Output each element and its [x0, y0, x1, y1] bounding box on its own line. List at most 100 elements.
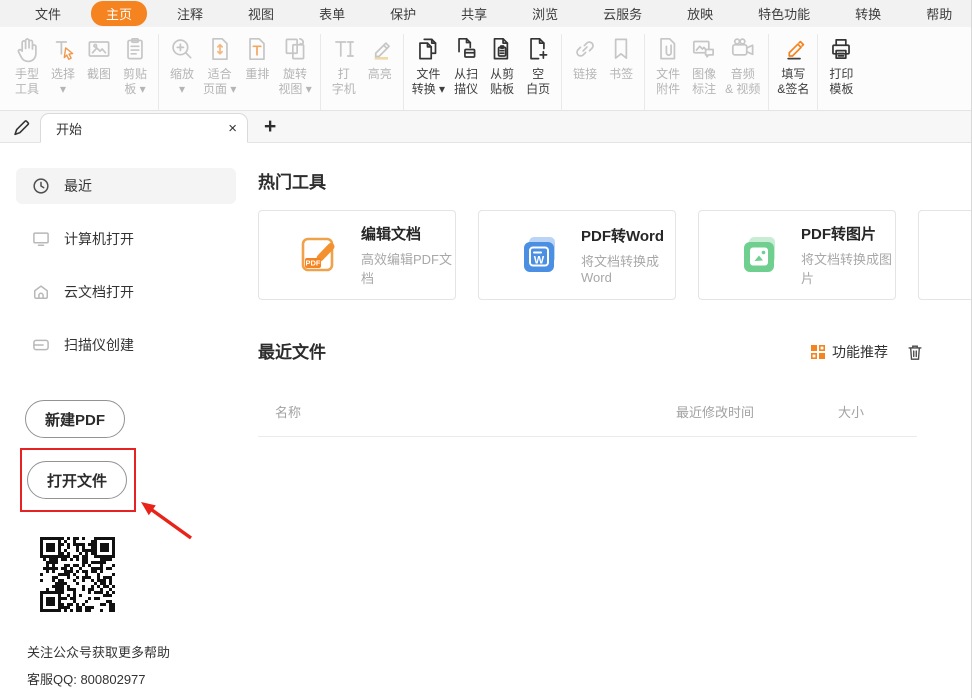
sidebar-nav: 最近计算机打开云文档打开扫描仪创建 — [0, 144, 252, 363]
tab-start[interactable]: 开始 × — [40, 113, 248, 143]
column-header-size: 大小 — [838, 405, 865, 420]
tab-label: 开始 — [56, 121, 83, 137]
new-pdf-button[interactable]: 新建PDF — [25, 400, 125, 438]
sidebar-item-label: 云文档打开 — [64, 284, 134, 300]
from-scanner-button[interactable]: 从扫 描仪 — [448, 34, 484, 97]
fill-sign-button[interactable]: 填写 &签名 — [774, 34, 812, 97]
card-text: 编辑文档 高效编辑PDF文档 — [361, 223, 455, 287]
recent-files-title: 最近文件 — [258, 343, 326, 362]
hand-tool-label: 手型 工具 — [14, 67, 39, 96]
typewriter-icon — [329, 34, 359, 64]
menu-item-form[interactable]: 表单 — [304, 1, 360, 26]
column-header-modified-time: 最近修改时间 — [676, 405, 755, 420]
open-file-button[interactable]: 打开文件 — [27, 461, 127, 499]
highlight-button[interactable]: 高亮 — [362, 34, 398, 82]
from-clipboard-button[interactable]: 从剪 贴板 — [484, 34, 520, 97]
file-convert-icon — [413, 34, 443, 64]
sidebar-item-label: 计算机打开 — [64, 231, 134, 247]
feature-recommend-label: 功能推荐 — [832, 344, 888, 360]
feature-recommend-button[interactable]: 功能推荐 — [810, 342, 888, 362]
select-button[interactable]: 选择 ▾ — [45, 34, 81, 97]
hand-tool-button[interactable]: 手型 工具 — [9, 34, 45, 97]
menu-item-help[interactable]: 帮助 — [911, 1, 967, 26]
column-header-name: 名称 — [275, 405, 302, 420]
toolbar-group: 打印 模板 — [817, 34, 864, 110]
audio-video-button[interactable]: 音频 & 视频 — [722, 34, 763, 97]
screenshot-icon — [84, 34, 114, 64]
menu-item-convert[interactable]: 转换 — [840, 1, 896, 26]
card-subtitle: 将文档转换成Word — [581, 254, 660, 285]
from-clipboard-icon — [487, 34, 517, 64]
menu-bar: 文件 主页 注释 视图 表单 保护 共享 浏览 云服务 放映 特色功能 转换 帮助 — [0, 0, 971, 27]
link-button[interactable]: 链接 — [567, 34, 603, 82]
menu-item-view[interactable]: 视图 — [233, 1, 289, 26]
support-qq-line: 客服QQ: 800802977 — [27, 672, 146, 687]
menu-item-browse[interactable]: 浏览 — [517, 1, 573, 26]
card-text: PDF转Word 将文档转换成Word — [581, 225, 675, 285]
rotate-view-button[interactable]: 旋转 视图 ▾ — [275, 34, 314, 97]
card-title: PDF转图片 — [801, 226, 877, 243]
pencil-icon[interactable] — [10, 116, 32, 138]
typewriter-button[interactable]: 打字机 — [326, 34, 362, 97]
card-clipped-card[interactable] — [918, 210, 971, 300]
fit-page-label: 适合 页面 ▾ — [203, 67, 237, 96]
menu-item-file[interactable]: 文件 — [20, 1, 76, 26]
menu-item-slideshow[interactable]: 放映 — [672, 1, 728, 26]
rotate-view-icon — [280, 34, 310, 64]
reflow-label: 重排 — [245, 67, 270, 81]
new-tab-button[interactable]: + — [264, 116, 276, 137]
blank-page-button[interactable]: 空白页 — [520, 34, 556, 97]
screenshot-button[interactable]: 截图 — [81, 34, 117, 82]
toolbar-group: 填写 &签名 — [768, 34, 817, 110]
link-icon — [570, 34, 600, 64]
clipboard-button[interactable]: 剪贴板 ▾ — [117, 34, 153, 97]
menu-item-share[interactable]: 共享 — [446, 1, 502, 26]
file-convert-label: 文件 转换 ▾ — [411, 67, 446, 96]
attachment-icon — [653, 34, 683, 64]
sidebar-item-open-from-computer[interactable]: 计算机打开 — [16, 221, 236, 257]
clock-icon — [31, 176, 51, 196]
qr-code — [40, 537, 115, 612]
card-subtitle: 将文档转换成图片 — [801, 252, 893, 286]
link-label: 链接 — [573, 67, 598, 81]
print-template-label: 打印 模板 — [829, 67, 854, 96]
print-template-icon — [826, 34, 856, 64]
print-template-button[interactable]: 打印 模板 — [823, 34, 859, 97]
menu-item-protect[interactable]: 保护 — [375, 1, 431, 26]
menu-item-featured[interactable]: 特色功能 — [743, 1, 825, 26]
sidebar-item-open-cloud-doc[interactable]: 云文档打开 — [16, 274, 236, 310]
blank-page-label: 空白页 — [526, 67, 551, 96]
menu-item-cloud-service[interactable]: 云服务 — [588, 1, 657, 26]
toolbar-group: 缩放 ▾ 适合 页面 ▾ 重排 旋转 视图 ▾ — [158, 34, 320, 110]
monitor-icon — [31, 229, 51, 249]
trash-icon[interactable] — [906, 343, 924, 361]
card-edit-document[interactable]: PDF 编辑文档 高效编辑PDF文档 — [258, 210, 456, 300]
zoom-button[interactable]: 缩放 ▾ — [164, 34, 200, 97]
close-icon[interactable]: × — [228, 121, 237, 136]
toolbar-group: 手型 工具 选择 ▾ 截图 剪贴板 ▾ — [4, 34, 158, 110]
menu-item-home[interactable]: 主页 — [91, 1, 148, 26]
fill-sign-icon — [778, 34, 808, 64]
file-convert-button[interactable]: 文件 转换 ▾ — [409, 34, 448, 97]
svg-text:PDF: PDF — [306, 259, 321, 268]
hot-tools-title: 热门工具 — [258, 173, 326, 192]
card-pdf-to-image[interactable]: PDF转图片将文档转换成图片 — [698, 210, 896, 300]
edit-doc-icon: PDF — [297, 232, 343, 278]
fit-page-button[interactable]: 适合 页面 ▾ — [200, 34, 239, 97]
sidebar-item-label: 扫描仪创建 — [64, 337, 134, 353]
card-pdf-to-word[interactable]: W PDF转Word 将文档转换成Word — [478, 210, 676, 300]
pdf-word-icon: W — [517, 232, 563, 278]
sidebar-item-recent[interactable]: 最近 — [16, 168, 236, 204]
file-attachment-button[interactable]: 文件 附件 — [650, 34, 686, 97]
toolbar-group: 文件 转换 ▾ 从扫 描仪 从剪 贴板空白页 — [402, 34, 561, 110]
bookmark-button[interactable]: 书签 — [603, 34, 639, 82]
screenshot-label: 截图 — [86, 67, 111, 81]
sidebar-item-create-from-scanner[interactable]: 扫描仪创建 — [16, 327, 236, 363]
reflow-button[interactable]: 重排 — [239, 34, 275, 82]
menu-item-comment[interactable]: 注释 — [162, 1, 218, 26]
from-scanner-icon — [451, 34, 481, 64]
audio-video-icon — [728, 34, 758, 64]
image-annotation-button[interactable]: 图像 标注 — [686, 34, 722, 97]
from-clipboard-label: 从剪 贴板 — [490, 67, 515, 96]
blank-page-icon — [523, 34, 553, 64]
